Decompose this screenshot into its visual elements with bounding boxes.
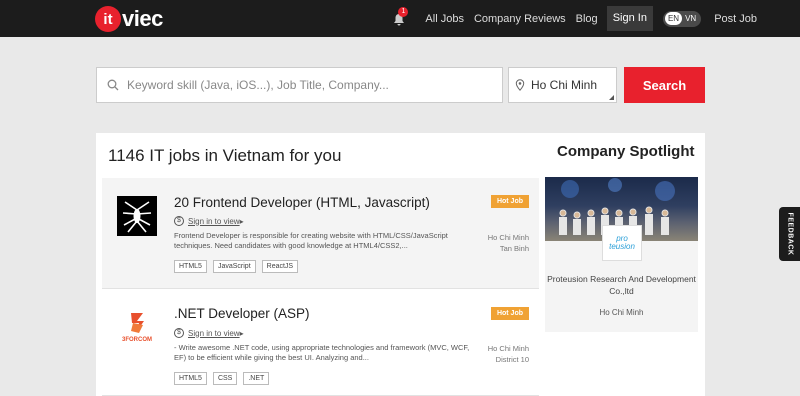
company-spotlight-title: Company Spotlight: [557, 143, 695, 160]
skill-tag[interactable]: HTML5: [174, 260, 207, 273]
dollar-icon: $: [174, 216, 184, 226]
select-resize-icon: [609, 95, 614, 100]
feedback-label: FEEDBACK: [786, 212, 793, 256]
nav-post-job[interactable]: Post Job: [714, 13, 757, 25]
spotlight-company-name[interactable]: Proteusion Research And Development Co.,…: [545, 273, 698, 297]
skill-tag[interactable]: HTML5: [174, 372, 207, 385]
job-city: Ho Chi Minh: [487, 344, 529, 353]
job-description: Frontend Developer is responsible for cr…: [174, 231, 448, 250]
feedback-tab[interactable]: FEEDBACK: [779, 207, 800, 261]
hot-job-badge: Hot Job: [490, 195, 529, 208]
chevron-right-icon: ▸: [239, 328, 244, 338]
search-input[interactable]: [127, 78, 487, 92]
search-icon: [107, 79, 119, 91]
job-city: Ho Chi Minh: [487, 233, 529, 242]
sign-in-button[interactable]: Sign In: [606, 6, 653, 31]
search-button[interactable]: Search: [624, 67, 705, 103]
skill-tag[interactable]: ReactJS: [261, 260, 299, 273]
skill-tags: HTML5 CSS .NET: [174, 372, 275, 385]
logo-text: viec: [122, 6, 163, 31]
lang-vn[interactable]: VN: [682, 12, 699, 25]
company-logo[interactable]: [117, 196, 157, 236]
job-card[interactable]: 3FORCOM .NET Developer (ASP) $ Sign in t…: [102, 291, 539, 396]
dollar-icon: $: [174, 328, 184, 338]
hot-job-badge: Hot Job: [490, 307, 529, 320]
job-title[interactable]: 20 Frontend Developer (HTML, Javascript): [174, 195, 430, 210]
logo-badge: it: [95, 6, 121, 32]
keyword-search-field[interactable]: [96, 67, 503, 103]
job-location: Ho Chi Minh Tan Binh: [488, 232, 529, 254]
page-title: 1146 IT jobs in Vietnam for you: [108, 146, 342, 165]
sign-in-to-view-label: Sign in to view: [188, 328, 240, 338]
skill-tag[interactable]: JavaScript: [212, 260, 256, 273]
bell-icon[interactable]: 1: [392, 6, 409, 27]
nav-all-jobs[interactable]: All Jobs: [425, 13, 464, 25]
language-toggle[interactable]: EN VN: [662, 10, 702, 27]
skill-tag[interactable]: CSS: [212, 372, 238, 385]
notification-badge: 1: [398, 6, 409, 17]
itviec-logo[interactable]: it viec: [95, 6, 163, 32]
city-select[interactable]: Ho Chi Minh: [508, 67, 617, 103]
job-district: Tan Binh: [499, 244, 529, 253]
nav-blog[interactable]: Blog: [576, 13, 598, 25]
sign-in-to-view-label: Sign in to view: [188, 216, 240, 226]
company-logo-text: 3FORCOM: [122, 337, 152, 343]
skill-tag[interactable]: .NET: [243, 372, 270, 385]
company-spotlight-card[interactable]: pro teusion Proteusion Research And Deve…: [545, 177, 698, 332]
nav-company-reviews[interactable]: Company Reviews: [474, 13, 566, 25]
top-navbar: it viec 1 All Jobs Company Reviews Blog …: [0, 0, 800, 37]
logo-line-2: teusion: [609, 242, 635, 251]
salary-sign-in-link[interactable]: $ Sign in to view ▸: [174, 216, 244, 226]
spotlight-company-city: Ho Chi Minh: [599, 308, 644, 317]
job-card[interactable]: 20 Frontend Developer (HTML, Javascript)…: [102, 178, 539, 289]
lang-en[interactable]: EN: [664, 12, 683, 25]
salary-sign-in-link[interactable]: $ Sign in to view ▸: [174, 328, 244, 338]
proteusion-logo[interactable]: pro teusion: [602, 225, 642, 261]
job-title[interactable]: .NET Developer (ASP): [174, 306, 310, 321]
nav-links: 1 All Jobs Company Reviews Blog Sign In …: [392, 0, 762, 37]
location-pin-icon: [515, 79, 525, 91]
job-district: District 10: [495, 355, 529, 364]
company-logo[interactable]: 3FORCOM: [117, 309, 157, 349]
city-value: Ho Chi Minh: [531, 78, 598, 92]
chevron-right-icon: ▸: [239, 216, 244, 226]
job-description: - Write awesome .NET code, using appropr…: [174, 343, 470, 362]
skill-tags: HTML5 JavaScript ReactJS: [174, 260, 304, 273]
job-location: Ho Chi Minh District 10: [488, 343, 529, 365]
